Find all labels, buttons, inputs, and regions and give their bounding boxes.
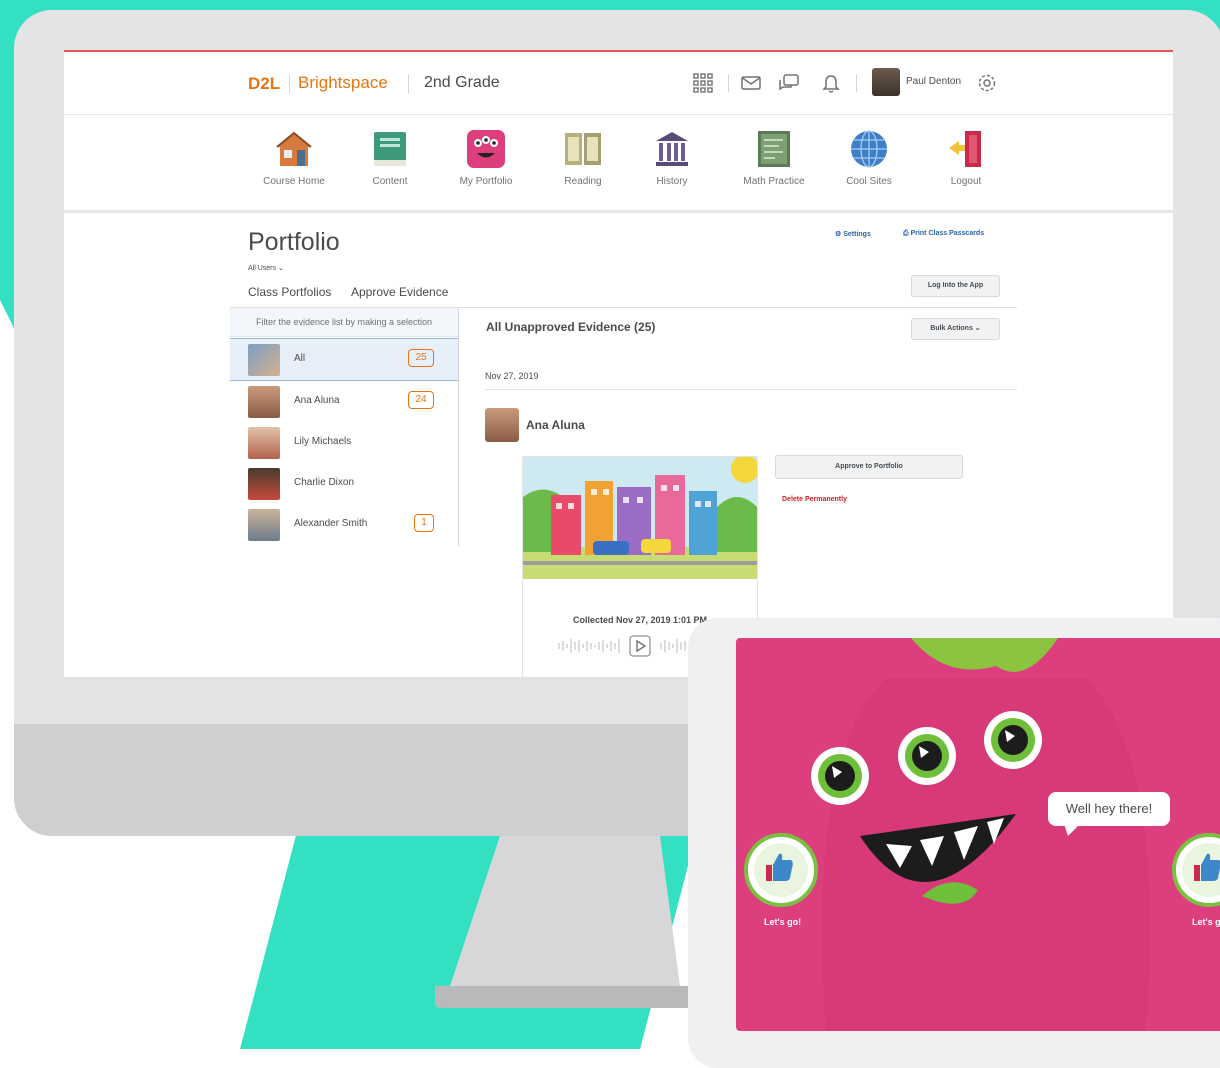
log-into-app-button[interactable]: Log Into the App	[911, 275, 1000, 297]
course-name[interactable]: 2nd Grade	[424, 74, 500, 92]
delete-permanently-link[interactable]: Delete Permanently	[782, 496, 847, 503]
printer-icon: ⎙	[903, 230, 909, 237]
nav-math-practice[interactable]: Math Practice	[729, 128, 819, 187]
monster-character	[744, 638, 1220, 1031]
filter-item-label: Alexander Smith	[294, 518, 368, 529]
grid-icon[interactable]	[692, 72, 714, 94]
avatar	[248, 509, 280, 541]
chevron-down-icon: ⌄	[974, 325, 981, 332]
brightspace-logo[interactable]: Brightspace	[298, 73, 388, 93]
thumbs-up-button-left	[744, 833, 818, 907]
nav-label: Reading	[564, 176, 602, 187]
evidence-date: Nov 27, 2019	[485, 371, 539, 381]
filter-heading: Filter the evidence list by making a sel…	[230, 308, 458, 337]
group-avatar	[248, 344, 280, 376]
print-link-label: Print Class Passcards	[910, 230, 985, 237]
settings-link[interactable]: ⚙ Settings	[835, 230, 871, 238]
approve-to-portfolio-button[interactable]: Approve to Portfolio	[775, 455, 963, 479]
filter-item-label: Ana Aluna	[294, 395, 340, 406]
chalkboard-icon	[758, 131, 790, 167]
open-book-icon	[565, 133, 601, 165]
bell-icon[interactable]	[820, 72, 842, 94]
avatar	[248, 468, 280, 500]
nav-label: Course Home	[263, 176, 325, 187]
nav-content[interactable]: Content	[345, 128, 435, 187]
filter-item-ana-aluna[interactable]: Ana Aluna 24	[230, 381, 458, 422]
settings-link-label: Settings	[843, 231, 871, 238]
nav-reading[interactable]: Reading	[538, 128, 628, 187]
nav-cool-sites[interactable]: Cool Sites	[824, 128, 914, 187]
nav-label: Content	[372, 176, 408, 187]
course-divider	[408, 74, 409, 94]
logo-divider	[289, 74, 290, 94]
nav-logout[interactable]: Logout	[921, 128, 1011, 187]
book-icon	[374, 132, 406, 166]
filter-item-charlie-dixon[interactable]: Charlie Dixon	[230, 463, 458, 504]
speech-bubble-tail	[1064, 824, 1080, 836]
tablet-screen: Well hey there! Let's go! Let's g	[736, 638, 1220, 1031]
chat-icon[interactable]	[778, 72, 800, 94]
play-icon[interactable]	[629, 635, 651, 657]
filter-item-lily-michaels[interactable]: Lily Michaels	[230, 422, 458, 463]
mail-icon[interactable]	[740, 72, 762, 94]
avatar	[248, 386, 280, 418]
date-divider	[485, 389, 1017, 390]
monitor-stand	[435, 836, 695, 1008]
tab-approve-evidence[interactable]: Approve Evidence	[351, 285, 448, 299]
monitor-screen: D2L Brightspace 2nd Grade Paul Denton Co…	[64, 50, 1173, 677]
tab-class-portfolios[interactable]: Class Portfolios	[248, 285, 331, 299]
user-filter-label: All Users	[248, 265, 277, 272]
lets-go-label-right[interactable]: Let's g	[1192, 917, 1220, 927]
count-badge: 1	[414, 514, 434, 532]
filter-item-label: Lily Michaels	[294, 436, 352, 447]
nav-label: Logout	[950, 176, 982, 187]
avatar	[248, 427, 280, 459]
bulk-actions-label: Bulk Actions	[930, 325, 973, 332]
evidence-filter-panel: Filter the evidence list by making a sel…	[230, 308, 459, 546]
chevron-down-icon: ⌄	[277, 265, 284, 272]
door-icon	[949, 131, 981, 167]
count-badge: 25	[408, 349, 434, 367]
speech-bubble: Well hey there!	[1048, 792, 1170, 826]
child-drawing-image	[523, 457, 757, 579]
monster-icon	[467, 130, 505, 168]
top-bar: D2L Brightspace 2nd Grade Paul Denton	[64, 52, 1173, 115]
gear-icon[interactable]	[976, 72, 998, 94]
bulk-actions-button[interactable]: Bulk Actions ⌄	[911, 318, 1000, 340]
nav-label: My Portfolio	[459, 176, 513, 187]
museum-icon	[656, 132, 688, 166]
filter-item-all[interactable]: All 25	[230, 338, 458, 381]
nav-history[interactable]: History	[627, 128, 717, 187]
filter-item-label: All	[294, 353, 306, 364]
user-avatar[interactable]	[872, 68, 900, 96]
filter-item-label: Charlie Dixon	[294, 477, 355, 488]
count-badge: 24	[408, 391, 434, 409]
course-navbar: Course Home Content My Portfolio Reading…	[64, 114, 1173, 213]
lets-go-label-left[interactable]: Let's go!	[764, 917, 801, 927]
nav-label: History	[656, 176, 688, 187]
nav-label: Math Practice	[743, 176, 805, 187]
gear-icon: ⚙	[835, 231, 842, 238]
student-name: Ana Aluna	[526, 418, 585, 432]
house-icon	[276, 131, 312, 166]
student-avatar	[485, 408, 519, 442]
user-name[interactable]: Paul Denton	[906, 76, 961, 87]
header-divider	[728, 74, 729, 92]
thumbs-up-button-right	[1172, 833, 1220, 907]
globe-icon	[851, 130, 887, 168]
nav-my-portfolio[interactable]: My Portfolio	[441, 128, 531, 187]
print-passcards-link[interactable]: ⎙ Print Class Passcards	[903, 230, 984, 238]
filter-item-alexander-smith[interactable]: Alexander Smith 1	[230, 504, 458, 545]
user-filter-dropdown[interactable]: All Users ⌄	[248, 264, 284, 272]
page-title: Portfolio	[248, 228, 340, 256]
d2l-logo[interactable]: D2L	[248, 74, 280, 94]
header-divider	[856, 74, 857, 92]
evidence-list-title: All Unapproved Evidence (25)	[486, 320, 656, 334]
nav-course-home[interactable]: Course Home	[249, 128, 339, 187]
nav-label: Cool Sites	[846, 176, 892, 187]
